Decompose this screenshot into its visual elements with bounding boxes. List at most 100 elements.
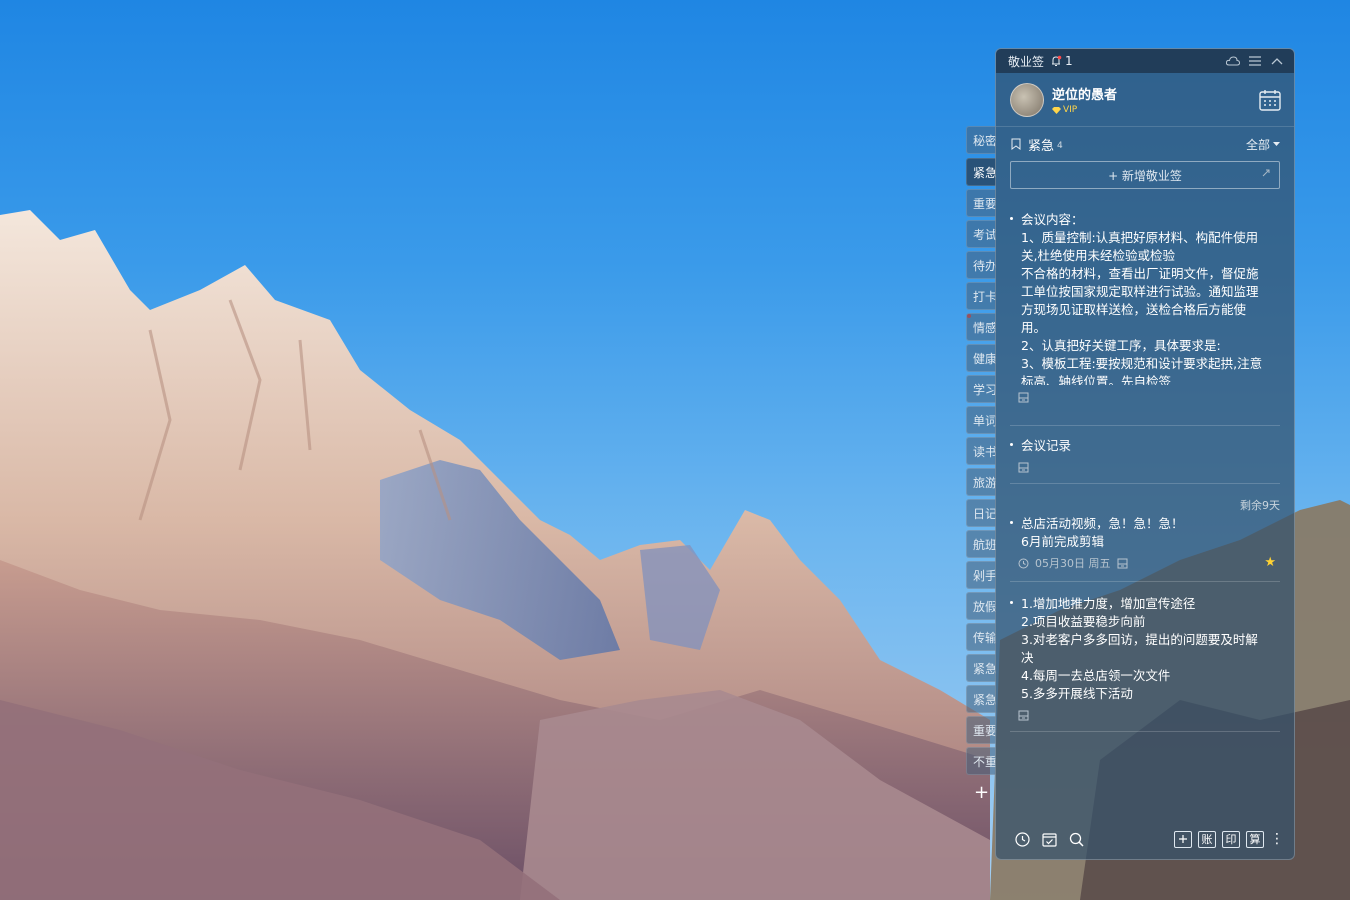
category-header: 紧急 4 全部: [996, 127, 1294, 161]
menu-icon: [1249, 56, 1261, 66]
user-info: 逆位的愚者 VIP: [1052, 84, 1258, 115]
note-divider: [1010, 581, 1280, 582]
note-line: 关,杜绝使用未经检验或检验: [1021, 248, 1175, 263]
note-divider: [1010, 483, 1280, 484]
attach-icon[interactable]: [1261, 168, 1271, 181]
bell-icon: [1052, 55, 1062, 66]
note-line: 用。: [1021, 320, 1047, 335]
side-tab-flight[interactable]: 航班: [966, 530, 996, 558]
filter-label: 全部: [1245, 137, 1270, 152]
side-tab-words[interactable]: 单词: [966, 406, 996, 434]
side-tab-shopping[interactable]: 剁手: [966, 561, 996, 589]
remaining-days: 剩余9天: [1240, 499, 1280, 512]
chevron-up-icon: [1271, 58, 1283, 65]
category-count: 4: [1057, 141, 1063, 151]
search-button[interactable]: [1068, 831, 1084, 847]
note-line: 1、质量控制:认真把好原材料、构配件使用: [1021, 230, 1259, 245]
note-item[interactable]: 会议内容： 1、质量控制:认真把好原材料、构配件使用 关,杜绝使用未经检验或检验…: [1010, 211, 1280, 426]
side-tab-diary[interactable]: 日记: [966, 499, 996, 527]
bookmark-icon: [1011, 138, 1021, 150]
title-bar: 敬业签 1: [996, 49, 1294, 73]
search-icon: [1069, 832, 1084, 847]
archive-icon[interactable]: [1018, 710, 1029, 721]
side-tab-important[interactable]: 重要: [966, 189, 996, 217]
cloud-sync-button[interactable]: [1224, 53, 1242, 69]
due-date[interactable]: 05月30日 周五: [1035, 555, 1111, 571]
note-footer: [1010, 459, 1280, 475]
side-tab-todo[interactable]: 待办: [966, 251, 996, 279]
side-tab-unimportant[interactable]: 不重: [966, 747, 996, 775]
note-line: 会议内容：: [1021, 212, 1084, 227]
side-tab-urgent-active[interactable]: 紧急: [966, 158, 996, 186]
filter-dropdown[interactable]: 全部: [1246, 136, 1280, 153]
side-tab-urgent-2[interactable]: 紧急: [966, 654, 996, 682]
note-line: 工单位按国家规定取样进行试验。通知监理: [1021, 284, 1259, 299]
note-item[interactable]: 1.增加地推力度，增加宣传途径 2.项目收益要稳步向前 3.对老客户多多回访，提…: [1010, 595, 1280, 732]
archive-icon[interactable]: [1018, 462, 1029, 473]
calendar-icon[interactable]: [1258, 88, 1282, 112]
notes-panel: 敬业签 1 逆位的愚者 VIP 紧急 4 全部 + 新增敬业签 会议内容： 1、…: [995, 48, 1295, 860]
bullet: [1010, 521, 1013, 524]
side-tab-travel[interactable]: 旅游: [966, 468, 996, 496]
new-item-button[interactable]: [1174, 830, 1192, 848]
side-tab-health[interactable]: 健康: [966, 344, 996, 372]
note-divider: [1010, 731, 1280, 732]
note-line: 2.项目收益要稳步向前: [1021, 614, 1146, 629]
note-divider: [1010, 425, 1280, 426]
history-button[interactable]: [1014, 831, 1030, 847]
clock-icon: [1014, 831, 1030, 847]
calculator-button[interactable]: 算: [1246, 830, 1264, 848]
note-line: 决: [1021, 650, 1034, 665]
add-note-button[interactable]: + 新增敬业签: [1010, 161, 1280, 189]
note-line: 5.多多开展线下活动: [1021, 686, 1133, 701]
note-footer: [1010, 389, 1280, 405]
note-item[interactable]: 剩余9天 总店活动视频，急！急！急！ 6月前完成剪辑 05月30日 周五 ★: [1010, 497, 1280, 582]
side-tab-exam[interactable]: 考试: [966, 220, 996, 248]
note-line: 不合格的材料，查看出厂证明文件，督促施: [1021, 266, 1259, 281]
note-footer: [1010, 707, 1280, 723]
diamond-icon: [1052, 106, 1061, 114]
add-category-button[interactable]: +: [966, 780, 996, 806]
app-title: 敬业签: [1008, 54, 1045, 69]
archive-icon[interactable]: [1117, 558, 1128, 569]
collapse-button[interactable]: [1268, 53, 1286, 69]
bullet: [1010, 601, 1013, 604]
side-tab-study[interactable]: 学习: [966, 375, 996, 403]
side-tab-urgent-3[interactable]: 紧急: [966, 685, 996, 713]
note-line: 总店活动视频，急！急！急！: [1021, 516, 1184, 531]
side-tab-transfer[interactable]: 传输: [966, 623, 996, 651]
done-list-button[interactable]: [1041, 831, 1057, 847]
note-line: 1.增加地推力度，增加宣传途径: [1021, 596, 1196, 611]
add-note-label: + 新增敬业签: [1108, 168, 1182, 183]
note-line: 标高、轴线位置。先自检签: [1021, 374, 1172, 385]
side-tab-reading[interactable]: 读书: [966, 437, 996, 465]
side-tab-checkin[interactable]: 打卡: [966, 282, 996, 310]
more-options-icon[interactable]: ⋮: [1270, 831, 1284, 847]
side-tab-secret[interactable]: 秘密: [966, 126, 996, 154]
avatar[interactable]: [1010, 82, 1044, 117]
cloud-icon: [1226, 56, 1240, 66]
notification-button[interactable]: 1: [1050, 54, 1073, 68]
side-tab-holiday[interactable]: 放假: [966, 592, 996, 620]
note-line: 3、模板工程:要按规范和设计要求起拱,注意: [1021, 356, 1263, 371]
bottom-toolbar: 账 印 算 ⋮: [996, 819, 1294, 859]
note-line: 6月前完成剪辑: [1021, 534, 1104, 549]
username[interactable]: 逆位的愚者: [1052, 84, 1258, 103]
vip-badge: VIP: [1052, 105, 1258, 115]
plus-icon: [1179, 835, 1187, 843]
print-button[interactable]: 印: [1222, 830, 1240, 848]
star-icon[interactable]: ★: [1264, 555, 1276, 570]
note-item[interactable]: 会议记录: [1010, 437, 1280, 484]
category-name: 紧急: [1028, 138, 1055, 154]
archive-icon[interactable]: [1018, 392, 1029, 403]
menu-button[interactable]: [1246, 53, 1264, 69]
clock-icon: [1018, 558, 1029, 568]
note-line: 3.对老客户多多回访，提出的问题要及时解: [1021, 632, 1258, 647]
side-tab-emotion[interactable]: 情感: [966, 313, 996, 341]
dropdown-arrow-icon: [1273, 142, 1280, 146]
ledger-button[interactable]: 账: [1198, 830, 1216, 848]
side-tab-important-2[interactable]: 重要: [966, 716, 996, 744]
vip-label: VIP: [1063, 105, 1078, 115]
note-line: 方现场见证取样送检，送检合格后方能使: [1021, 302, 1247, 317]
note-footer: 05月30日 周五: [1010, 555, 1280, 571]
